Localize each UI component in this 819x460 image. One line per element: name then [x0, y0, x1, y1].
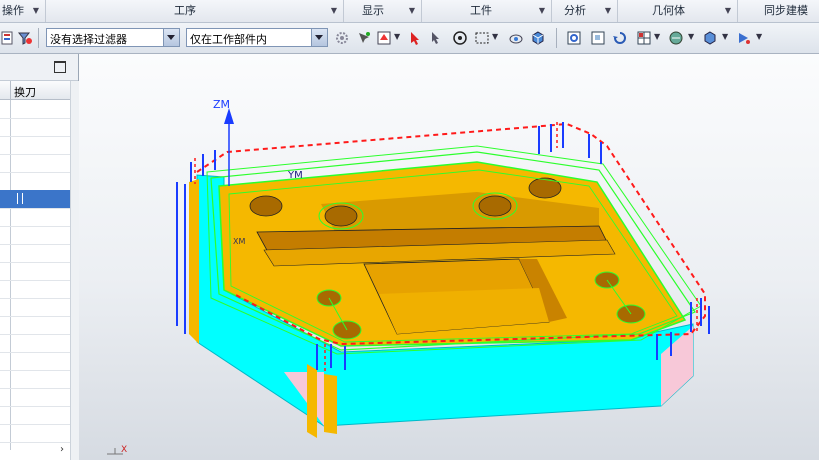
menu-operation[interactable]: 操作 ▼ [0, 0, 46, 22]
fit-view-icon[interactable] [566, 30, 582, 46]
solid-cube-icon[interactable] [530, 30, 546, 46]
menu-workpiece-label: 工件 [470, 4, 492, 17]
chevron-down-icon[interactable] [163, 29, 179, 46]
menu-workpiece[interactable]: 工件 ▼ [422, 0, 552, 22]
rotate-icon[interactable] [612, 30, 628, 46]
chevron-down-icon[interactable]: ▼ [688, 32, 694, 41]
menu-icon[interactable] [1, 30, 17, 46]
toolbar-separator [38, 28, 39, 48]
column-divider [10, 81, 11, 99]
table-row[interactable] [0, 388, 70, 407]
table-row[interactable] [0, 118, 70, 137]
menu-display-label: 显示 [362, 4, 384, 17]
chevron-down-icon[interactable]: ▼ [394, 32, 400, 41]
table-row[interactable] [0, 244, 70, 263]
chevron-down-icon[interactable]: ▼ [654, 32, 660, 41]
arrow-select-icon[interactable] [408, 30, 424, 46]
table-row[interactable] [0, 100, 70, 119]
orient-view-icon[interactable] [702, 30, 718, 46]
chevron-down-icon[interactable]: ▼ [722, 32, 728, 41]
snap-point-icon[interactable] [376, 30, 392, 46]
play-sequence-icon[interactable] [736, 30, 752, 46]
menu-geometry-label: 几何体 [652, 4, 685, 17]
x-axis-label: XM [233, 237, 245, 246]
table-row[interactable] [0, 262, 70, 281]
selection-toolbar: 没有选择过滤器 仅在工作部件内 ▼ ▼ ▼ ▼ ▼ ▼ [0, 23, 819, 54]
table-row[interactable] [0, 370, 70, 389]
table-row[interactable] [0, 136, 70, 155]
circle-select-icon[interactable] [452, 30, 468, 46]
type-filter-select[interactable]: 没有选择过滤器 [46, 28, 180, 47]
ribbon-group-bar: 操作 ▼ 工序 ▼ 显示 ▼ 工件 ▼ 分析 ▼ 几何体 ▼ 同步建模 [0, 0, 819, 23]
clamp-strip [307, 364, 317, 438]
z-axis-label: ZM [213, 98, 230, 111]
menu-geometry[interactable]: 几何体 ▼ [618, 0, 738, 22]
operation-navigator: 换刀 › [0, 54, 79, 460]
render-style-icon[interactable] [668, 30, 684, 46]
menu-analysis-label: 分析 [564, 4, 586, 17]
table-row[interactable] [0, 316, 70, 335]
cam-model-view[interactable]: ZM YM XM X [79, 54, 819, 460]
menu-display[interactable]: 显示 ▼ [344, 0, 422, 22]
graphics-viewport[interactable]: ZM YM XM X [79, 54, 819, 460]
clamp-strip [189, 179, 199, 344]
maximize-icon[interactable] [54, 61, 66, 73]
table-row[interactable] [0, 280, 70, 299]
tool-change-marker [17, 193, 23, 204]
y-axis-label: YM [287, 170, 303, 181]
table-row[interactable] [0, 154, 70, 173]
hole [324, 205, 358, 227]
hole [249, 195, 283, 217]
table-row[interactable] [0, 334, 70, 353]
navigator-column-header[interactable]: 换刀 [0, 81, 70, 100]
selection-scope-select[interactable]: 仅在工作部件内 [186, 28, 328, 47]
table-row[interactable] [0, 406, 70, 425]
table-row[interactable] [0, 424, 70, 443]
toolbar-separator [556, 28, 557, 48]
menu-analysis[interactable]: 分析 ▼ [552, 0, 618, 22]
triad-x-label: X [121, 445, 127, 455]
general-point-icon[interactable] [356, 30, 372, 46]
layout-icon[interactable] [636, 30, 652, 46]
view-orient-icon[interactable] [508, 30, 524, 46]
pointer-select-icon[interactable] [428, 30, 444, 46]
menu-operation-label: 操作 [2, 4, 24, 17]
table-row-selected[interactable] [0, 190, 70, 209]
chevron-down-icon: ▼ [604, 6, 611, 15]
rectangle-select-icon[interactable] [474, 30, 490, 46]
chevron-down-icon[interactable]: ▼ [492, 32, 498, 41]
zoom-region-icon[interactable] [590, 30, 606, 46]
menu-synchronous-modeling-label: 同步建模 [764, 4, 808, 17]
chevron-down-icon: ▼ [32, 6, 39, 15]
clamp-strip [324, 374, 337, 434]
menu-operation-step-label: 工序 [174, 4, 196, 17]
table-row[interactable] [0, 352, 70, 371]
selection-scope-value: 仅在工作部件内 [190, 33, 267, 46]
type-filter-value: 没有选择过滤器 [50, 33, 127, 46]
chevron-down-icon: ▼ [538, 6, 545, 15]
chevron-down-icon: ▼ [724, 6, 731, 15]
chevron-right-icon[interactable]: › [60, 444, 64, 455]
hole [478, 195, 512, 217]
vertical-scrollbar[interactable] [70, 81, 79, 460]
table-row[interactable] [0, 226, 70, 245]
navigator-header [0, 54, 78, 81]
menu-synchronous-modeling[interactable]: 同步建模 [738, 0, 819, 22]
gear-assembly-icon[interactable] [334, 30, 350, 46]
selection-filter-icon[interactable] [17, 30, 33, 46]
table-row[interactable] [0, 298, 70, 317]
chevron-down-icon: ▼ [330, 6, 337, 15]
chevron-down-icon: ▼ [408, 6, 415, 15]
column-tool-change: 换刀 [14, 86, 36, 99]
menu-operation-step[interactable]: 工序 ▼ [46, 0, 344, 22]
chevron-down-icon[interactable]: ▼ [756, 32, 762, 41]
table-row[interactable] [0, 172, 70, 191]
table-row[interactable] [0, 208, 70, 227]
chevron-down-icon[interactable] [311, 29, 327, 46]
